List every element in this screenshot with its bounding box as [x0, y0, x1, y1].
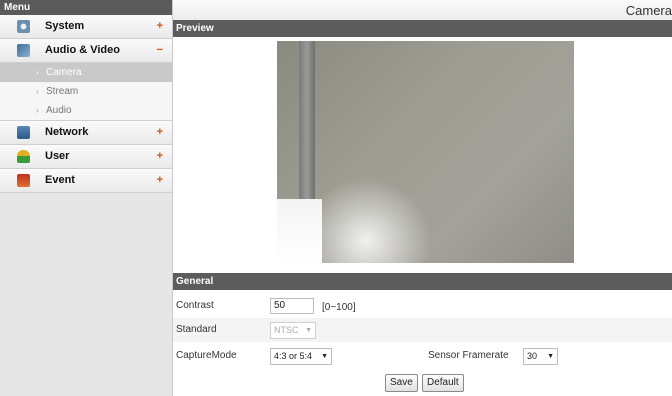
contrast-label: Contrast [176, 300, 214, 311]
expand-icon[interactable]: + [157, 145, 163, 168]
sensor-framerate-label: Sensor Framerate [428, 350, 509, 361]
standard-select: NTSC ▼ [270, 322, 316, 339]
sidebar-item-label: Audio & Video [45, 44, 120, 56]
preview-glare [277, 199, 322, 263]
subitem-label: Camera [46, 67, 82, 78]
event-icon [17, 174, 30, 187]
sidebar-item-label: Network [45, 126, 89, 138]
expand-icon[interactable]: + [157, 121, 163, 144]
camera-preview-image [277, 41, 574, 263]
sidebar-item-label: System [45, 20, 85, 32]
subitem-label: Stream [46, 86, 79, 97]
collapse-icon[interactable]: − [157, 39, 163, 62]
sensor-framerate-value: 30 [527, 351, 538, 361]
bullet-icon: › [36, 68, 39, 77]
bullet-icon: › [36, 87, 39, 96]
preview-area [173, 37, 672, 273]
capture-mode-select[interactable]: 4:3 or 5:4 ▼ [270, 348, 332, 365]
standard-row: Standard NTSC ▼ [173, 318, 672, 342]
sidebar-item-label: Event [45, 174, 75, 186]
sidebar-item-label: User [45, 150, 70, 162]
chevron-down-icon: ▼ [321, 353, 328, 360]
menu-header: Menu [0, 0, 172, 15]
sidebar-item-audio-video[interactable]: Audio & Video − [0, 39, 172, 63]
expand-icon[interactable]: + [157, 169, 163, 192]
user-icon [17, 150, 30, 163]
main-panel: Camera Preview General Contrast 50 [0~10… [173, 0, 672, 396]
capture-mode-row: CaptureMode 4:3 or 5:4 ▼ Sensor Framerat… [173, 344, 672, 368]
gear-icon [17, 20, 30, 33]
general-header: General [173, 273, 672, 290]
bullet-icon: › [36, 106, 39, 115]
sidebar-item-user[interactable]: User + [0, 145, 172, 169]
sidebar-subitem-stream[interactable]: › Stream [0, 82, 172, 101]
contrast-row: Contrast 50 [0~100] [173, 295, 672, 316]
page-title: Camera [173, 0, 672, 20]
standard-value: NTSC [274, 325, 299, 335]
sidebar-item-system[interactable]: System + [0, 15, 172, 39]
camera-icon [17, 44, 30, 57]
capture-mode-value: 4:3 or 5:4 [274, 351, 313, 361]
sidebar-subitem-audio[interactable]: › Audio [0, 101, 172, 121]
expand-icon[interactable]: + [157, 15, 163, 38]
sidebar-item-network[interactable]: Network + [0, 121, 172, 145]
preview-header: Preview [173, 20, 672, 37]
sidebar: Menu System + Audio & Video − › Camera ›… [0, 0, 173, 396]
chevron-down-icon: ▼ [305, 327, 312, 334]
chevron-down-icon: ▼ [547, 353, 554, 360]
sidebar-subitem-camera[interactable]: › Camera [0, 63, 172, 82]
capture-mode-label: CaptureMode [176, 350, 237, 361]
default-button[interactable]: Default [422, 374, 464, 392]
save-button[interactable]: Save [385, 374, 418, 392]
network-icon [17, 126, 30, 139]
sensor-framerate-select[interactable]: 30 ▼ [523, 348, 558, 365]
standard-label: Standard [176, 324, 217, 335]
sidebar-item-event[interactable]: Event + [0, 169, 172, 193]
preview-pole [299, 41, 315, 201]
subitem-label: Audio [46, 105, 72, 116]
contrast-input[interactable]: 50 [270, 298, 314, 314]
contrast-range-hint: [0~100] [322, 302, 356, 313]
